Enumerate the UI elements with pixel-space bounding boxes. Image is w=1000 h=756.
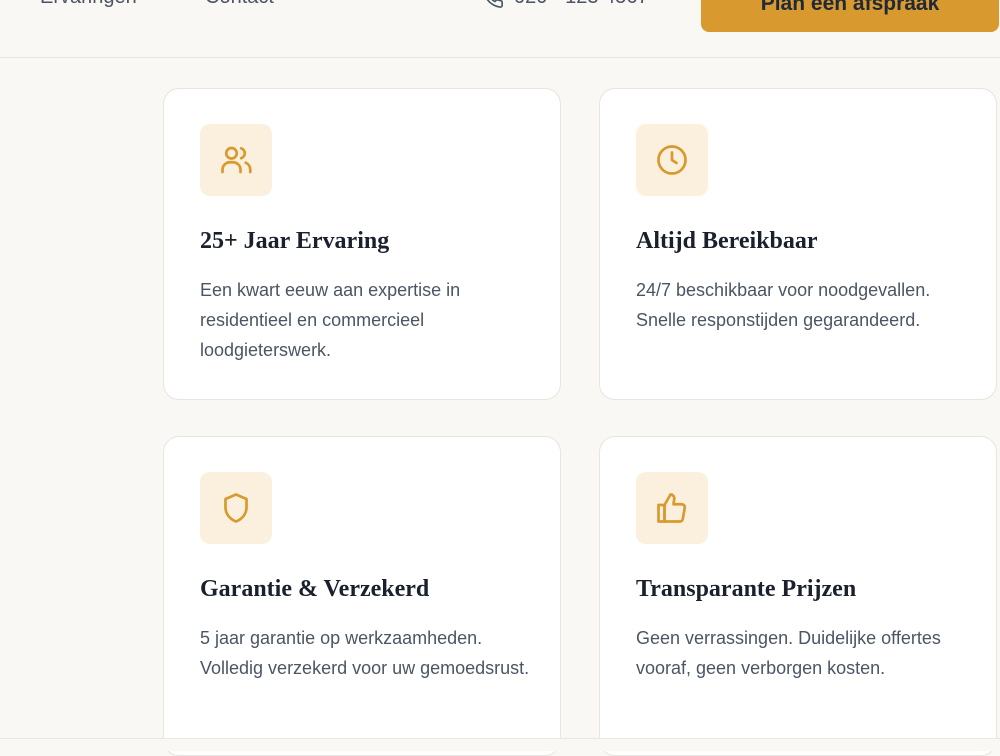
- thumbs-up-icon: [657, 493, 687, 523]
- site-header: Ervaringen Contact 020 - 123 4567 Plan e…: [0, 0, 1000, 58]
- card-description: 24/7 beschikbaar voor noodgevallen. Snel…: [636, 280, 931, 330]
- card-description: Geen verrassingen. Duidelijke offertes v…: [636, 628, 941, 678]
- phone-icon: [487, 0, 503, 8]
- nav-link-ervaringen[interactable]: Ervaringen: [40, 0, 137, 9]
- section-divider: [0, 738, 1000, 751]
- feature-icon-box: [200, 472, 272, 544]
- phone-link[interactable]: 020 - 123 4567: [482, 0, 649, 9]
- card-title: Garantie & Verzekerd: [200, 576, 430, 602]
- feature-icon-box: [636, 472, 708, 544]
- feature-card-warranty: Garantie & Verzekerd 5 jaar garantie op …: [163, 436, 561, 756]
- card-title: Transparante Prijzen: [636, 576, 857, 602]
- feature-card-availability: Altijd Bereikbaar 24/7 beschikbaar voor …: [599, 88, 997, 400]
- clock-icon: [657, 145, 687, 175]
- phone-number: 020 - 123 4567: [514, 0, 649, 9]
- plan-appointment-button[interactable]: Plan een afspraak: [701, 0, 999, 32]
- users-icon: [221, 146, 252, 174]
- card-description: 5 jaar garantie op werkzaamheden. Volled…: [200, 628, 530, 678]
- feature-card-experience: 25+ Jaar Ervaring Een kwart eeuw aan exp…: [163, 88, 561, 400]
- feature-card-pricing: Transparante Prijzen Geen verrassingen. …: [599, 436, 997, 756]
- feature-icon-box: [200, 124, 272, 196]
- card-title: 25+ Jaar Ervaring: [200, 228, 390, 254]
- card-title: Altijd Bereikbaar: [636, 228, 818, 254]
- feature-icon-box: [636, 124, 708, 196]
- nav-link-contact[interactable]: Contact: [205, 0, 274, 9]
- shield-icon: [224, 493, 248, 523]
- card-description: Een kwart eeuw aan expertise in resident…: [200, 280, 461, 360]
